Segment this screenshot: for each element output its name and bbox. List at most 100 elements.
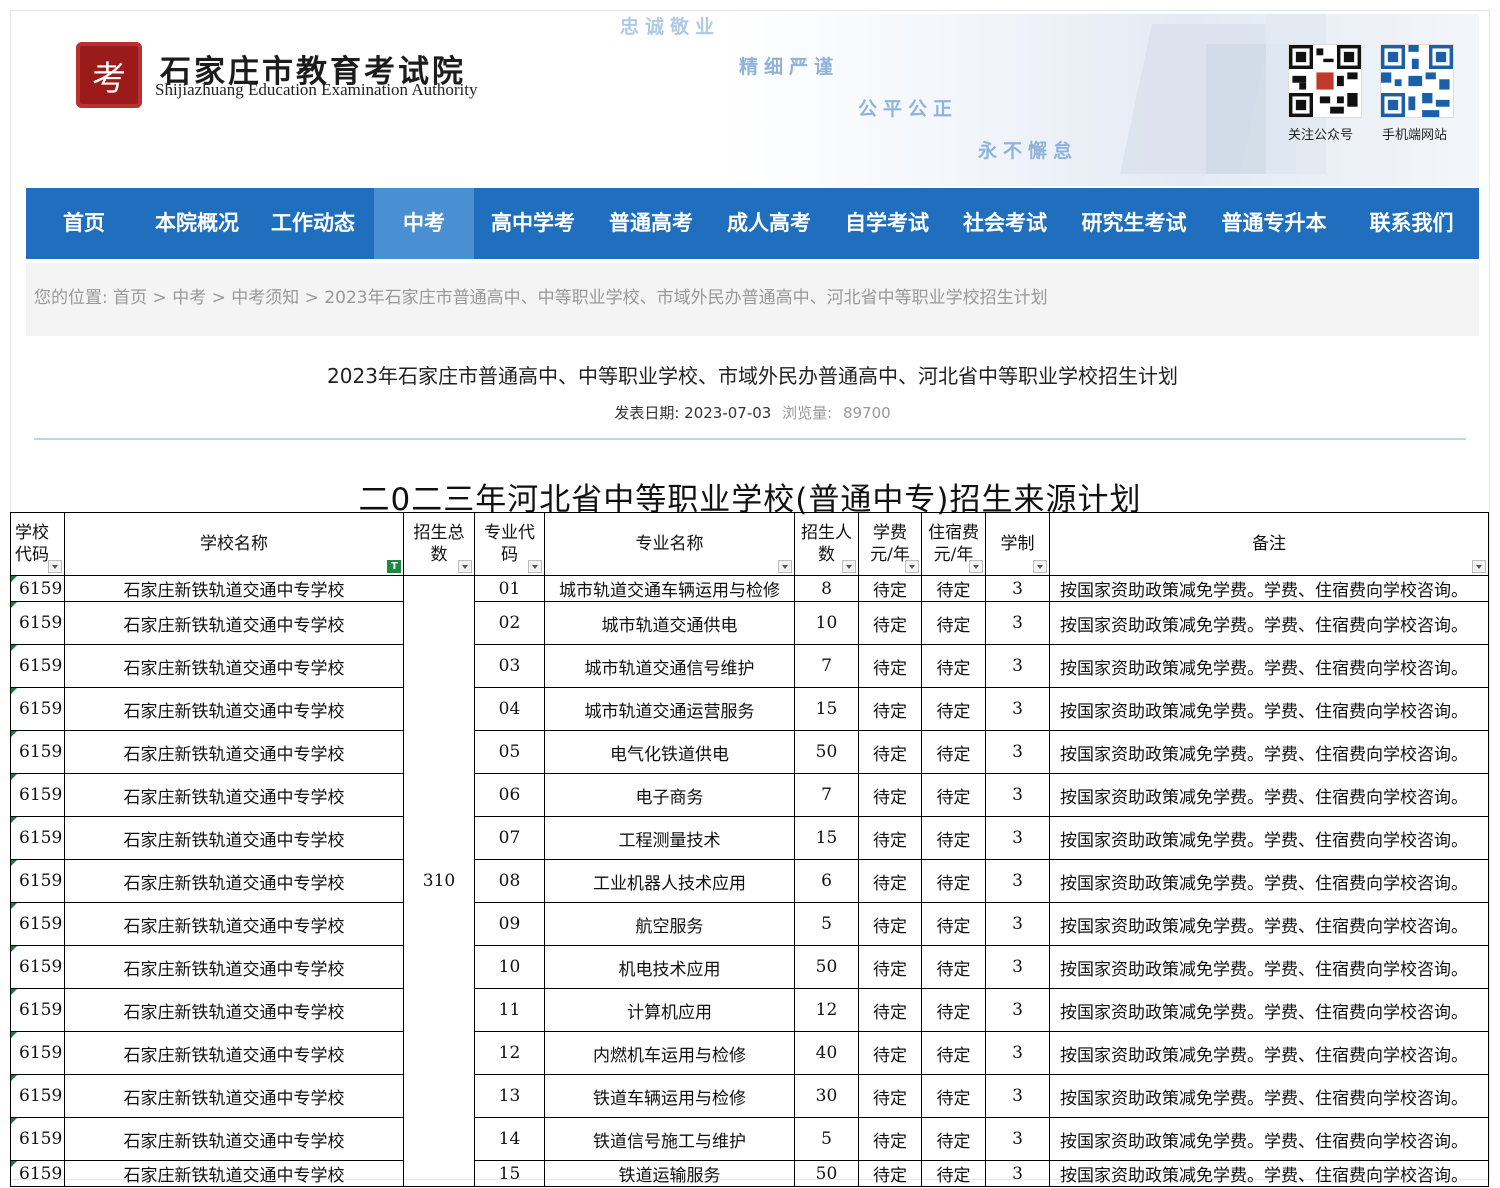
cell-dorm-fee[interactable]: 待定 (921, 575, 986, 602)
cell-school-code[interactable]: 6159 (10, 1160, 65, 1187)
cell-tuition[interactable]: 待定 (858, 816, 922, 860)
cell-school-code[interactable]: 6159 (10, 1031, 65, 1075)
cell-major-name[interactable]: 电气化铁道供电 (544, 730, 795, 774)
cell-school-code[interactable]: 6159 (10, 816, 65, 860)
cell-tuition[interactable]: 待定 (858, 601, 922, 645)
cell-enroll[interactable]: 15 (794, 687, 859, 731)
cell-dorm-fee[interactable]: 待定 (921, 1074, 986, 1118)
cell-tuition[interactable]: 待定 (858, 1074, 922, 1118)
nav-item-gaokao[interactable]: 普通高考 (592, 188, 710, 259)
cell-enroll[interactable]: 30 (794, 1074, 859, 1118)
cell-major-code[interactable]: 10 (474, 945, 545, 989)
cell-enroll[interactable]: 8 (794, 575, 859, 602)
cell-enroll[interactable]: 12 (794, 988, 859, 1032)
nav-item-graduate[interactable]: 研究生考试 (1064, 188, 1204, 259)
cell-school-name[interactable]: 石家庄新铁轨道交通中专学校 (64, 601, 404, 645)
cell-school-name[interactable]: 石家庄新铁轨道交通中专学校 (64, 773, 404, 817)
filter-active-icon[interactable] (387, 560, 401, 573)
cell-years[interactable]: 3 (985, 1117, 1050, 1161)
cell-remark[interactable]: 按国家资助政策减免学费。学费、住宿费向学校咨询。 (1049, 687, 1489, 731)
cell-school-name[interactable]: 石家庄新铁轨道交通中专学校 (64, 816, 404, 860)
cell-major-name[interactable]: 城市轨道交通信号维护 (544, 644, 795, 688)
mobile-qr-code[interactable] (1380, 44, 1454, 118)
cell-major-code[interactable]: 13 (474, 1074, 545, 1118)
cell-major-code[interactable]: 06 (474, 773, 545, 817)
cell-enroll[interactable]: 10 (794, 601, 859, 645)
cell-tuition[interactable]: 待定 (858, 1160, 922, 1187)
cell-school-code[interactable]: 6159 (10, 601, 65, 645)
cell-school-code[interactable]: 6159 (10, 773, 65, 817)
cell-enroll[interactable]: 6 (794, 859, 859, 903)
cell-years[interactable]: 3 (985, 601, 1050, 645)
cell-total-merged[interactable]: 310 (403, 575, 475, 1187)
nav-item-adult-exam[interactable]: 成人高考 (710, 188, 828, 259)
filter-dropdown-icon[interactable] (1033, 560, 1047, 573)
cell-school-name[interactable]: 石家庄新铁轨道交通中专学校 (64, 644, 404, 688)
cell-enroll[interactable]: 7 (794, 644, 859, 688)
cell-school-name[interactable]: 石家庄新铁轨道交通中专学校 (64, 1160, 404, 1187)
cell-major-name[interactable]: 城市轨道交通运营服务 (544, 687, 795, 731)
cell-dorm-fee[interactable]: 待定 (921, 945, 986, 989)
cell-years[interactable]: 3 (985, 730, 1050, 774)
cell-tuition[interactable]: 待定 (858, 1117, 922, 1161)
cell-dorm-fee[interactable]: 待定 (921, 1117, 986, 1161)
cell-enroll[interactable]: 5 (794, 1117, 859, 1161)
cell-years[interactable]: 3 (985, 773, 1050, 817)
cell-school-name[interactable]: 石家庄新铁轨道交通中专学校 (64, 1031, 404, 1075)
cell-remark[interactable]: 按国家资助政策减免学费。学费、住宿费向学校咨询。 (1049, 945, 1489, 989)
cell-dorm-fee[interactable]: 待定 (921, 1160, 986, 1187)
cell-school-name[interactable]: 石家庄新铁轨道交通中专学校 (64, 575, 404, 602)
cell-enroll[interactable]: 50 (794, 730, 859, 774)
cell-major-code[interactable]: 15 (474, 1160, 545, 1187)
cell-years[interactable]: 3 (985, 575, 1050, 602)
nav-item-upgrade[interactable]: 普通专升本 (1204, 188, 1344, 259)
site-logo-seal[interactable]: 考 (76, 42, 142, 108)
cell-major-name[interactable]: 电子商务 (544, 773, 795, 817)
cell-major-name[interactable]: 计算机应用 (544, 988, 795, 1032)
cell-enroll[interactable]: 50 (794, 945, 859, 989)
cell-major-code[interactable]: 12 (474, 1031, 545, 1075)
cell-enroll[interactable]: 50 (794, 1160, 859, 1187)
cell-major-name[interactable]: 航空服务 (544, 902, 795, 946)
cell-school-code[interactable]: 6159 (10, 1117, 65, 1161)
cell-enroll[interactable]: 40 (794, 1031, 859, 1075)
cell-school-name[interactable]: 石家庄新铁轨道交通中专学校 (64, 945, 404, 989)
cell-remark[interactable]: 按国家资助政策减免学费。学费、住宿费向学校咨询。 (1049, 1031, 1489, 1075)
cell-major-name[interactable]: 工程测量技术 (544, 816, 795, 860)
cell-dorm-fee[interactable]: 待定 (921, 1031, 986, 1075)
cell-remark[interactable]: 按国家资助政策减免学费。学费、住宿费向学校咨询。 (1049, 988, 1489, 1032)
cell-school-code[interactable]: 6159 (10, 945, 65, 989)
cell-enroll[interactable]: 15 (794, 816, 859, 860)
cell-major-name[interactable]: 内燃机车运用与检修 (544, 1031, 795, 1075)
cell-remark[interactable]: 按国家资助政策减免学费。学费、住宿费向学校咨询。 (1049, 1074, 1489, 1118)
cell-major-name[interactable]: 铁道车辆运用与检修 (544, 1074, 795, 1118)
cell-tuition[interactable]: 待定 (858, 902, 922, 946)
cell-dorm-fee[interactable]: 待定 (921, 773, 986, 817)
cell-enroll[interactable]: 5 (794, 902, 859, 946)
cell-major-name[interactable]: 铁道信号施工与维护 (544, 1117, 795, 1161)
nav-item-home[interactable]: 首页 (26, 188, 142, 259)
cell-dorm-fee[interactable]: 待定 (921, 902, 986, 946)
cell-major-code[interactable]: 01 (474, 575, 545, 602)
cell-years[interactable]: 3 (985, 1031, 1050, 1075)
cell-major-code[interactable]: 03 (474, 644, 545, 688)
cell-school-code[interactable]: 6159 (10, 859, 65, 903)
filter-dropdown-icon[interactable] (778, 560, 792, 573)
cell-remark[interactable]: 按国家资助政策减免学费。学费、住宿费向学校咨询。 (1049, 644, 1489, 688)
cell-major-code[interactable]: 14 (474, 1117, 545, 1161)
cell-years[interactable]: 3 (985, 1074, 1050, 1118)
filter-dropdown-icon[interactable] (528, 560, 542, 573)
cell-major-name[interactable]: 城市轨道交通车辆运用与检修 (544, 575, 795, 602)
cell-remark[interactable]: 按国家资助政策减免学费。学费、住宿费向学校咨询。 (1049, 816, 1489, 860)
cell-major-code[interactable]: 08 (474, 859, 545, 903)
cell-school-name[interactable]: 石家庄新铁轨道交通中专学校 (64, 730, 404, 774)
cell-tuition[interactable]: 待定 (858, 730, 922, 774)
cell-tuition[interactable]: 待定 (858, 945, 922, 989)
cell-tuition[interactable]: 待定 (858, 575, 922, 602)
cell-major-code[interactable]: 02 (474, 601, 545, 645)
cell-dorm-fee[interactable]: 待定 (921, 601, 986, 645)
cell-major-name[interactable]: 铁道运输服务 (544, 1160, 795, 1187)
cell-tuition[interactable]: 待定 (858, 687, 922, 731)
nav-item-self-study[interactable]: 自学考试 (828, 188, 946, 259)
breadcrumb-notice[interactable]: 中考须知 (231, 288, 299, 308)
